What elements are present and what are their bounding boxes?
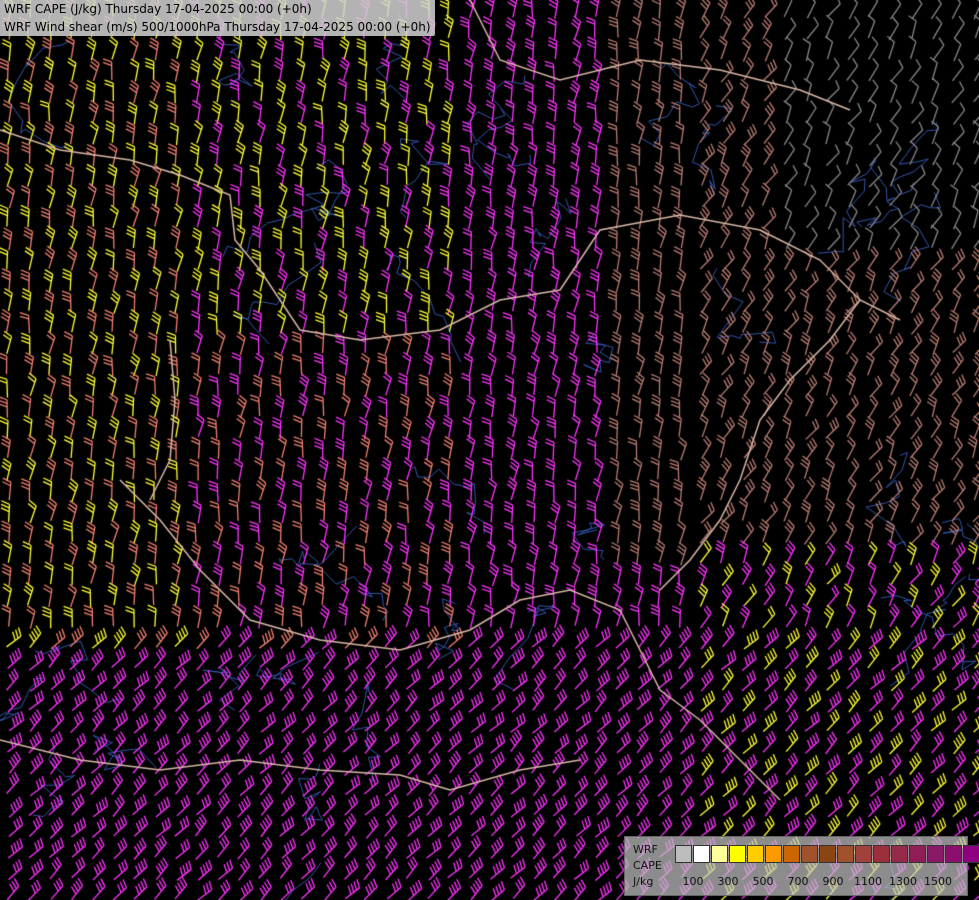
map-title: WRF CAPE (J/kg) Thursday 17-04-2025 00:0… [0, 0, 435, 36]
legend-color-scale [675, 845, 979, 863]
legend-tick-label: 100 [682, 875, 704, 888]
legend-tick-label: 500 [752, 875, 774, 888]
legend-swatch [909, 845, 926, 863]
legend-tick-label: 1500 [924, 875, 952, 888]
legend-tick-label: 700 [787, 875, 809, 888]
legend-swatch [891, 845, 908, 863]
legend-swatch [927, 845, 944, 863]
cape-title: WRF CAPE (J/kg) Thursday 17-04-2025 00:0… [4, 2, 312, 16]
legend-tick-label: 1100 [854, 875, 882, 888]
legend-tick-label: 1300 [889, 875, 917, 888]
legend-tick-label: 900 [822, 875, 844, 888]
legend-swatch [837, 845, 854, 863]
legend-model: WRF [633, 843, 658, 856]
legend-swatch [675, 845, 692, 863]
legend-variable: CAPE [633, 859, 662, 872]
legend-swatch [855, 845, 872, 863]
legend-unit: J/kg [633, 875, 654, 888]
legend-swatch [801, 845, 818, 863]
map-canvas [0, 0, 979, 900]
legend-swatch [873, 845, 890, 863]
legend-tick-label: 300 [717, 875, 739, 888]
legend-tick-labels: 100 300 500 700 900 1100 1300 1500 [675, 875, 965, 889]
cape-legend: WRF CAPE J/kg 100 300 500 700 900 1100 1300 150… [624, 836, 979, 896]
legend-swatch [765, 845, 782, 863]
legend-swatch [963, 845, 979, 863]
legend-swatch [819, 845, 836, 863]
legend-swatch [783, 845, 800, 863]
legend-swatch [747, 845, 764, 863]
wind-shear-title: WRF Wind shear (m/s) 500/1000hPa Thursda… [4, 20, 431, 34]
legend-swatch [729, 845, 746, 863]
legend-swatch [945, 845, 962, 863]
legend-swatch [711, 845, 728, 863]
legend-swatch [693, 845, 710, 863]
